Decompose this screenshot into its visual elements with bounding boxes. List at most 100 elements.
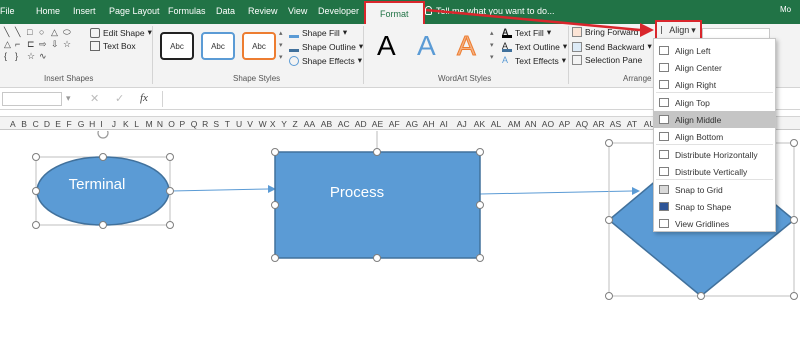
column-header[interactable]: AG <box>406 119 418 129</box>
shape-brace-icon[interactable]: { <box>4 51 7 61</box>
column-header[interactable]: AF <box>389 119 400 129</box>
process-shape[interactable] <box>274 151 481 259</box>
column-header[interactable]: D <box>44 119 50 129</box>
column-header[interactable]: AI <box>440 119 448 129</box>
selection-pane-button[interactable]: Selection Pane <box>572 55 642 65</box>
shape-star2-icon[interactable]: ☆ <box>27 51 35 61</box>
tab-review[interactable]: Review <box>248 6 278 16</box>
column-header[interactable]: R <box>202 119 208 129</box>
shape-oval-icon[interactable]: ⬭ <box>63 27 71 37</box>
column-header[interactable]: B <box>21 119 27 129</box>
shape-style-orange[interactable]: Abc <box>242 32 276 60</box>
column-header[interactable]: AT <box>627 119 637 129</box>
menu-item-align-bottom[interactable]: Align Bottom <box>654 128 775 145</box>
name-box-dropdown-icon[interactable]: ▾ <box>66 93 71 104</box>
column-header[interactable]: K <box>123 119 129 129</box>
menu-item-align-top[interactable]: Align Top <box>654 94 775 111</box>
column-header[interactable]: F <box>67 119 72 129</box>
shape-star-icon[interactable]: ☆ <box>63 39 71 49</box>
shape-gallery[interactable]: ╲ ╲ □ ○ △ ⬭ △ ⌐ ⊏ ⇨ ⇩ ☆ { } ☆ ∿ <box>2 27 76 65</box>
tab-page-layout[interactable]: Page Layout <box>109 6 160 16</box>
column-header[interactable]: L <box>134 119 139 129</box>
column-header[interactable]: AL <box>491 119 501 129</box>
shape-brace2-icon[interactable]: } <box>15 51 18 61</box>
wordart-black[interactable]: A <box>377 30 396 62</box>
shape-fill-button[interactable]: Shape Fill ▾ <box>289 27 347 38</box>
menu-item-align-right[interactable]: Align Right <box>654 76 775 93</box>
column-header[interactable]: G <box>78 119 85 129</box>
column-header[interactable]: Q <box>191 119 198 129</box>
tab-file[interactable]: File <box>0 6 15 16</box>
shape-style-blue[interactable]: Abc <box>201 32 235 60</box>
column-header[interactable]: AB <box>321 119 332 129</box>
column-header[interactable]: AA <box>304 119 315 129</box>
tab-formulas[interactable]: Formulas <box>168 6 206 16</box>
column-header[interactable]: C <box>33 119 39 129</box>
menu-item-view-gridlines[interactable]: View Gridlines <box>654 215 775 232</box>
rotate-handle-icon[interactable] <box>97 131 109 139</box>
column-header[interactable]: AK <box>474 119 485 129</box>
text-effects-button[interactable]: A Text Effects ▾ <box>502 55 566 66</box>
connector-line-1[interactable] <box>170 188 269 192</box>
column-header[interactable]: H <box>89 119 95 129</box>
column-header[interactable]: AH <box>423 119 435 129</box>
column-header[interactable]: AN <box>525 119 537 129</box>
enter-icon[interactable]: ✓ <box>115 92 124 105</box>
column-header[interactable]: AP <box>559 119 570 129</box>
column-header[interactable]: AM <box>508 119 521 129</box>
shape-curve-icon[interactable]: ∿ <box>39 51 47 61</box>
menu-item-align-middle[interactable]: Align Middle <box>654 111 775 128</box>
column-header[interactable]: U <box>236 119 242 129</box>
column-header[interactable]: AQ <box>576 119 588 129</box>
menu-item-distribute-horizontally[interactable]: Distribute Horizontally <box>654 146 775 163</box>
column-header[interactable]: S <box>213 119 219 129</box>
tab-developer[interactable]: Developer <box>318 6 359 16</box>
column-header[interactable]: T <box>225 119 230 129</box>
name-box[interactable] <box>2 92 62 106</box>
column-header[interactable]: AR <box>593 119 605 129</box>
column-header[interactable]: E <box>55 119 61 129</box>
shape-style-dark[interactable]: Abc <box>160 32 194 60</box>
column-header[interactable]: AC <box>338 119 350 129</box>
tab-view[interactable]: View <box>288 6 307 16</box>
column-header[interactable]: V <box>247 119 253 129</box>
send-backward-button[interactable]: Send Backward ▾ <box>572 41 652 52</box>
column-header[interactable]: AE <box>372 119 383 129</box>
menu-item-align-center[interactable]: Align Center <box>654 59 775 76</box>
menu-item-snap-to-shape[interactable]: Snap to Shape <box>654 198 775 215</box>
shape-rect-icon[interactable]: □ <box>27 27 32 37</box>
column-header[interactable]: Z <box>293 119 298 129</box>
tab-home[interactable]: Home <box>36 6 60 16</box>
shape-outline-button[interactable]: Shape Outline ▾ <box>289 41 363 52</box>
text-box-button[interactable]: Text Box <box>90 41 136 51</box>
edit-shape-button[interactable]: Edit Shape ▾ <box>90 27 152 38</box>
menu-item-snap-to-grid[interactable]: Snap to Grid <box>654 181 775 198</box>
column-header[interactable]: X <box>270 119 276 129</box>
column-header[interactable]: AJ <box>457 119 467 129</box>
column-header[interactable]: W <box>259 119 267 129</box>
bring-forward-button[interactable]: Bring Forward <box>572 27 638 37</box>
tab-data[interactable]: Data <box>216 6 235 16</box>
wordart-orange[interactable]: A <box>457 30 477 62</box>
text-outline-button[interactable]: A Text Outline ▾ <box>502 41 567 52</box>
shape-corner-icon[interactable]: ⌐ <box>15 39 20 49</box>
align-button[interactable]: Align ▾ <box>655 20 702 40</box>
column-header[interactable]: N <box>157 119 163 129</box>
shape-triangle2-icon[interactable]: △ <box>4 39 11 49</box>
column-header[interactable]: J <box>112 119 116 129</box>
wordart-blue[interactable]: A <box>417 30 436 62</box>
text-fill-button[interactable]: A Text Fill ▾ <box>502 27 551 38</box>
shape-arrow-icon[interactable]: ╲ <box>15 27 20 37</box>
column-header[interactable]: Y <box>281 119 287 129</box>
column-header[interactable]: A <box>10 119 16 129</box>
shape-bracket-icon[interactable]: ⊏ <box>27 39 35 49</box>
column-header[interactable]: AS <box>610 119 621 129</box>
column-header[interactable]: AO <box>542 119 554 129</box>
wordart-scroll[interactable]: ▴ ▾ ▾ <box>490 28 498 66</box>
column-header[interactable]: AD <box>355 119 367 129</box>
menu-item-align-left[interactable]: Align Left <box>654 42 775 59</box>
tab-format[interactable]: Format <box>364 1 425 24</box>
shape-triangle-icon[interactable]: △ <box>51 27 58 37</box>
column-header[interactable]: M <box>146 119 153 129</box>
shape-darrow-icon[interactable]: ⇩ <box>51 39 59 49</box>
